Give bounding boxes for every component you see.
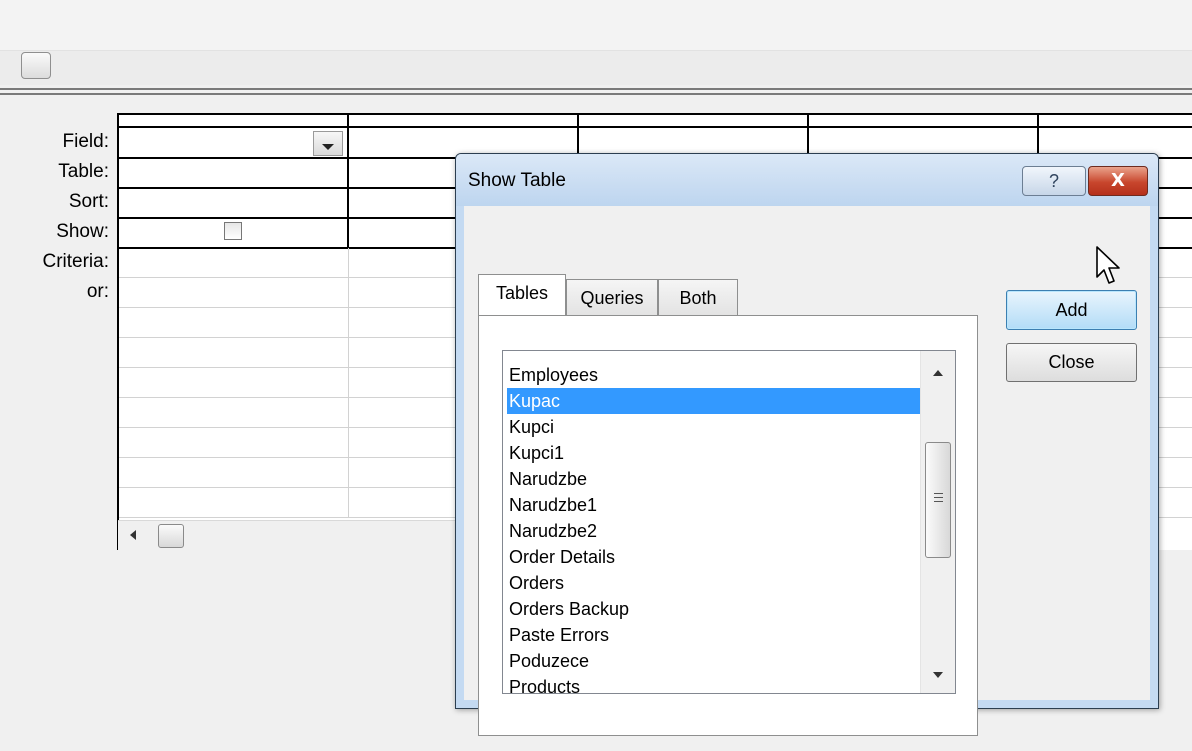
scroll-down-arrow-icon[interactable]: [933, 672, 943, 678]
list-vertical-scrollbar[interactable]: [920, 351, 955, 693]
tab-tables[interactable]: Tables: [478, 274, 566, 315]
row-label-table: Table:: [58, 161, 109, 182]
table-list-item[interactable]: Order Details: [507, 544, 929, 570]
row-label-field: Field:: [62, 131, 109, 152]
tab-queries[interactable]: Queries: [566, 279, 658, 315]
table-list-item[interactable]: Narudzbe2: [507, 518, 929, 544]
grid-column-border: [1037, 113, 1039, 153]
table-list-item[interactable]: Kupci: [507, 414, 929, 440]
grid-column-border: [347, 113, 349, 248]
dialog-body: Tables Queries Both Employees Kupac Kupci K…: [464, 206, 1150, 736]
close-button[interactable]: Close: [1006, 343, 1137, 382]
grid-column-border: [807, 113, 809, 153]
toolbar: [0, 50, 1192, 85]
vertical-scroll-thumb[interactable]: [925, 442, 951, 558]
show-table-dialog: Show Table ? X Tables Queries Both Emplo…: [455, 153, 1159, 736]
grid-line: [118, 113, 1192, 115]
grid-column-border: [577, 113, 579, 153]
field-dropdown-button[interactable]: [313, 131, 343, 156]
table-list-item[interactable]: Products: [507, 674, 929, 693]
grid-line: [118, 126, 1192, 128]
row-label-criteria: Criteria:: [42, 251, 109, 272]
toolbar-button[interactable]: [21, 52, 51, 79]
row-label-show: Show:: [56, 221, 109, 242]
tab-both[interactable]: Both: [658, 279, 738, 315]
grip-line: [934, 493, 943, 494]
grid-column-border: [117, 113, 119, 550]
grid-column-border: [348, 248, 349, 518]
table-list-item[interactable]: Kupci1: [507, 440, 929, 466]
row-label-or: or:: [86, 281, 109, 302]
table-list-item[interactable]: Paste Errors: [507, 622, 929, 648]
grip-line: [934, 501, 943, 502]
table-list-item[interactable]: Kupac: [507, 388, 929, 414]
table-list-item[interactable]: Orders Backup: [507, 596, 929, 622]
table-list-items: Employees Kupac Kupci Kupci1 Narudzbe Narudzb…: [507, 362, 929, 693]
show-checkbox[interactable]: [224, 222, 242, 240]
scroll-up-arrow-icon[interactable]: [933, 370, 943, 376]
close-window-button[interactable]: X: [1088, 166, 1148, 196]
scroll-left-arrow-icon[interactable]: [130, 530, 136, 540]
table-list-item[interactable]: Orders: [507, 570, 929, 596]
help-button[interactable]: ?: [1022, 166, 1086, 196]
add-button[interactable]: Add: [1006, 290, 1137, 330]
table-list-item[interactable]: Narudzbe: [507, 466, 929, 492]
table-list-item[interactable]: Narudzbe1: [507, 492, 929, 518]
close-icon: X: [1111, 170, 1125, 191]
window-top-strip: [0, 0, 1192, 50]
table-list-item[interactable]: Poduzece: [507, 648, 929, 674]
row-label-sort: Sort:: [68, 191, 109, 212]
table-list-item[interactable]: Employees: [507, 362, 929, 388]
dialog-title: Show Table: [468, 170, 566, 191]
grip-line: [934, 497, 943, 498]
arrow-cursor-icon: [1096, 246, 1120, 284]
pane-splitter[interactable]: [0, 88, 1192, 95]
dialog-title-bar[interactable]: Show Table ? X: [456, 154, 1158, 206]
horizontal-scroll-thumb[interactable]: [158, 524, 184, 548]
table-list[interactable]: Employees Kupac Kupci Kupci1 Narudzbe Narudzb…: [502, 350, 956, 694]
